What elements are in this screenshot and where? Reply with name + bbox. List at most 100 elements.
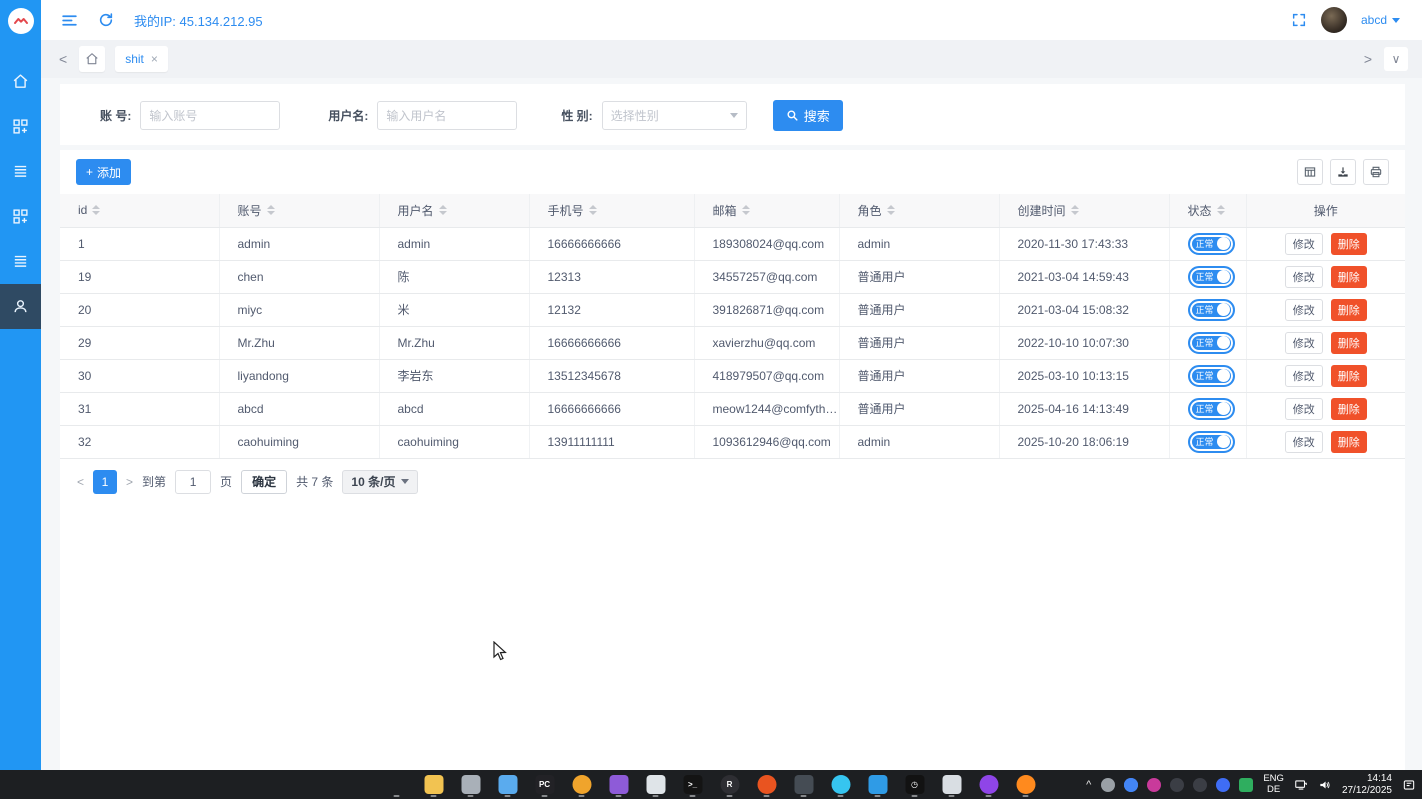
user-menu[interactable]: abcd — [1361, 13, 1400, 27]
vpn-lock-icon[interactable] — [1239, 778, 1253, 792]
mic-muted-icon[interactable] — [1101, 778, 1115, 792]
sort-asc-icon[interactable] — [1217, 205, 1225, 209]
goto-confirm-button[interactable]: 确定 — [241, 470, 287, 494]
modify-button[interactable]: 修改 — [1285, 398, 1323, 420]
status-toggle[interactable]: 正常 — [1188, 431, 1235, 453]
discord-2-icon[interactable] — [1193, 778, 1207, 792]
modify-button[interactable]: 修改 — [1285, 332, 1323, 354]
delete-button[interactable]: 删除 — [1331, 299, 1367, 321]
discord-1-icon[interactable] — [1170, 778, 1184, 792]
modify-button[interactable]: 修改 — [1285, 365, 1323, 387]
status-toggle[interactable]: 正常 — [1188, 299, 1235, 321]
taskbar-vscode[interactable] — [866, 772, 890, 798]
sort-desc-icon[interactable] — [267, 211, 275, 215]
hidden-icons-chevron-icon[interactable]: ^ — [1086, 779, 1091, 791]
refresh-icon[interactable] — [98, 12, 114, 28]
taskbar-winrar[interactable] — [607, 772, 631, 798]
taskbar-firefox[interactable] — [1014, 772, 1038, 798]
modify-button[interactable]: 修改 — [1285, 431, 1323, 453]
column-header-4[interactable]: 邮箱 — [694, 194, 839, 227]
notification-icon[interactable] — [1402, 778, 1416, 792]
tab-close-icon[interactable]: × — [151, 52, 158, 66]
app-logo[interactable] — [0, 0, 41, 41]
taskbar-screen-share[interactable] — [792, 772, 816, 798]
modify-button[interactable]: 修改 — [1285, 233, 1323, 255]
column-header-2[interactable]: 用户名 — [379, 194, 529, 227]
sidebar-item-home[interactable] — [0, 59, 41, 104]
columns-setting-button[interactable] — [1297, 159, 1323, 185]
delete-button[interactable]: 删除 — [1331, 398, 1367, 420]
sidebar-item-user-management[interactable] — [0, 284, 41, 329]
browser-colorful-icon[interactable] — [1124, 778, 1138, 792]
sort-asc-icon[interactable] — [742, 205, 750, 209]
search-button[interactable]: 搜索 — [773, 100, 843, 131]
sort-asc-icon[interactable] — [589, 205, 597, 209]
tab-shit[interactable]: shit × — [115, 46, 168, 72]
column-header-6[interactable]: 创建时间 — [999, 194, 1169, 227]
taskbar-file-explorer[interactable] — [422, 772, 446, 798]
sort-desc-icon[interactable] — [1071, 211, 1079, 215]
sort-carets-icon[interactable] — [887, 205, 895, 215]
sort-desc-icon[interactable] — [1217, 211, 1225, 215]
next-page-icon[interactable]: > — [126, 475, 133, 489]
modify-button[interactable]: 修改 — [1285, 299, 1323, 321]
modify-button[interactable]: 修改 — [1285, 266, 1323, 288]
column-header-1[interactable]: 账号 — [219, 194, 379, 227]
tabs-scroll-right-icon[interactable]: > — [1360, 51, 1376, 67]
sort-carets-icon[interactable] — [267, 205, 275, 215]
add-button[interactable]: + 添加 — [76, 159, 131, 185]
column-header-7[interactable]: 状态 — [1169, 194, 1246, 227]
clock[interactable]: 14:14 27/12/2025 — [1342, 773, 1392, 797]
avatar[interactable] — [1321, 7, 1347, 33]
home-tab-button[interactable] — [79, 46, 105, 72]
taskbar-devices[interactable] — [459, 772, 483, 798]
goto-page-input[interactable] — [175, 470, 211, 494]
sort-carets-icon[interactable] — [1217, 205, 1225, 215]
sort-carets-icon[interactable] — [439, 205, 447, 215]
display-cast-icon[interactable] — [1294, 778, 1308, 792]
status-toggle[interactable]: 正常 — [1188, 398, 1235, 420]
sort-asc-icon[interactable] — [439, 205, 447, 209]
taskbar-rustdesk[interactable]: R — [718, 772, 742, 798]
page-1-button[interactable]: 1 — [93, 470, 117, 494]
delete-button[interactable]: 删除 — [1331, 365, 1367, 387]
status-toggle[interactable]: 正常 — [1188, 233, 1235, 255]
fullscreen-icon[interactable] — [1291, 12, 1307, 28]
status-toggle[interactable]: 正常 — [1188, 332, 1235, 354]
sort-desc-icon[interactable] — [439, 211, 447, 215]
sort-asc-icon[interactable] — [887, 205, 895, 209]
taskbar-snipping[interactable] — [644, 772, 668, 798]
sidebar-item-modules-2[interactable] — [0, 194, 41, 239]
export-button[interactable] — [1330, 159, 1356, 185]
status-toggle[interactable]: 正常 — [1188, 266, 1235, 288]
sort-desc-icon[interactable] — [742, 211, 750, 215]
taskbar-terminal[interactable]: >_ — [681, 772, 705, 798]
delete-button[interactable]: 删除 — [1331, 233, 1367, 255]
delete-button[interactable]: 删除 — [1331, 431, 1367, 453]
tabs-dropdown-icon[interactable]: ∨ — [1384, 47, 1408, 71]
prev-page-icon[interactable]: < — [77, 475, 84, 489]
taskbar-notepad[interactable] — [496, 772, 520, 798]
column-header-3[interactable]: 手机号 — [529, 194, 694, 227]
sort-desc-icon[interactable] — [92, 211, 100, 215]
taskbar-settings-window[interactable] — [940, 772, 964, 798]
sort-asc-icon[interactable] — [1071, 205, 1079, 209]
taskbar-start[interactable] — [385, 772, 409, 798]
taskbar-bot-orange[interactable] — [570, 772, 594, 798]
column-header-0[interactable]: id — [60, 194, 219, 227]
sort-carets-icon[interactable] — [589, 205, 597, 215]
sort-carets-icon[interactable] — [1071, 205, 1079, 215]
tabs-scroll-left-icon[interactable]: < — [55, 51, 71, 67]
delete-button[interactable]: 删除 — [1331, 332, 1367, 354]
print-button[interactable] — [1363, 159, 1389, 185]
taskbar-purple-monster[interactable] — [977, 772, 1001, 798]
volume-icon[interactable] — [1318, 778, 1332, 792]
delete-button[interactable]: 删除 — [1331, 266, 1367, 288]
username-input[interactable] — [377, 101, 517, 130]
sort-desc-icon[interactable] — [887, 211, 895, 215]
sidebar-item-lists[interactable] — [0, 149, 41, 194]
taskbar-edge[interactable] — [829, 772, 853, 798]
sort-desc-icon[interactable] — [589, 211, 597, 215]
gender-select[interactable]: 选择性别 — [602, 101, 747, 130]
taskbar-pycharm[interactable]: PC — [533, 772, 557, 798]
